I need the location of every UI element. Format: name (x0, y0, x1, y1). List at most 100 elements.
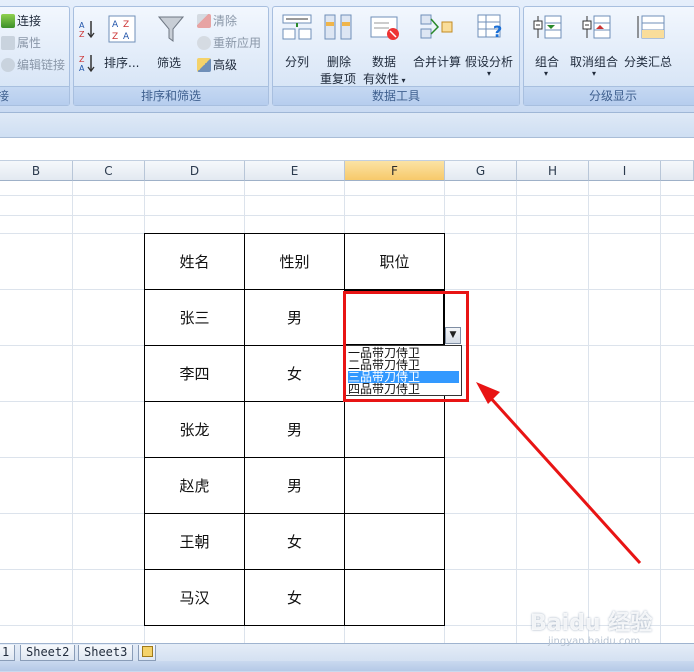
table-cell[interactable] (344, 513, 445, 570)
group-button[interactable]: 组合 ▾ (530, 11, 566, 87)
header-cell-gender[interactable]: 性别 (244, 233, 345, 290)
connections-group: 连接 属性 编辑链接 接 (0, 6, 70, 106)
sheet-tab-sheet3[interactable]: Sheet3 (78, 645, 134, 661)
sort-desc-icon: ZA (79, 55, 95, 73)
baidu-watermark: Baidu 经验 (530, 611, 653, 636)
properties-label: 属性 (17, 36, 42, 50)
consolidate-label: 合并计算 (413, 55, 462, 69)
table-cell[interactable]: 张龙 (144, 401, 245, 458)
what-if-icon: ? (477, 14, 502, 41)
advanced-button[interactable]: 高级 (197, 56, 237, 73)
outline-group-label: 分级显示 (524, 86, 694, 105)
data-tools-group: 分列 删除 重复项 数据 有效性 ▾ 合并计算 ? 假设分析 ▾ 数据工具 (272, 6, 520, 106)
advanced-label: 高级 (213, 58, 238, 72)
svg-text:Z: Z (79, 30, 85, 39)
connections-group-label: 接 (0, 86, 69, 105)
sort-asc-icon: AZ (79, 21, 95, 39)
filter-funnel-icon (158, 16, 184, 42)
svg-text:Z: Z (123, 20, 129, 30)
status-bar (0, 661, 694, 671)
sort-button[interactable]: AZ ZA 排序... (102, 13, 142, 73)
annotation-highlight-box (343, 291, 469, 402)
column-header-h[interactable]: H (517, 161, 589, 181)
link-icon (1, 58, 15, 72)
text-to-columns-label: 分列 (285, 55, 310, 69)
column-header-c[interactable]: C (73, 161, 145, 181)
reapply-button[interactable]: 重新应用 (197, 34, 261, 51)
subtotal-button[interactable]: 分类汇总 (624, 11, 676, 73)
sort-filter-group-label: 排序和筛选 (74, 86, 268, 105)
svg-text:?: ? (493, 22, 502, 41)
svg-text:Z: Z (112, 32, 118, 42)
formula-bar-strip (0, 113, 694, 138)
column-header-j[interactable] (661, 161, 694, 181)
remove-duplicates-button[interactable]: 删除 重复项 (319, 11, 361, 87)
properties-icon (1, 36, 15, 50)
properties-button[interactable]: 属性 (1, 34, 41, 51)
table-cell[interactable] (344, 457, 445, 514)
edit-links-button[interactable]: 编辑链接 (1, 56, 65, 73)
svg-text:A: A (112, 20, 119, 30)
svg-text:Z: Z (79, 55, 85, 64)
what-if-analysis-button[interactable]: ? 假设分析 ▾ (465, 11, 519, 87)
reapply-label: 重新应用 (213, 36, 262, 50)
table-cell[interactable]: 男 (244, 457, 345, 514)
filter-label: 筛选 (157, 56, 182, 70)
outline-group: 组合 ▾ 取消组合 ▾ 分类汇总 分级显示 (523, 6, 694, 106)
sort-descending-button[interactable]: ZA (78, 53, 96, 73)
sort-ascending-button[interactable]: AZ (78, 19, 96, 39)
subtotal-label: 分类汇总 (624, 55, 673, 69)
table-cell[interactable]: 王朝 (144, 513, 245, 570)
svg-text:A: A (123, 32, 130, 42)
table-cell[interactable] (344, 401, 445, 458)
table-cell[interactable]: 赵虎 (144, 457, 245, 514)
column-header-f[interactable]: F (345, 161, 445, 181)
column-header-d[interactable]: D (145, 161, 245, 181)
column-header-b[interactable]: B (0, 161, 73, 181)
clear-filter-icon (197, 14, 211, 28)
data-validation-icon (370, 16, 399, 40)
baidu-watermark-url: jingyan.baidu.com (548, 636, 641, 647)
clear-button[interactable]: 清除 (197, 12, 237, 29)
insert-sheet-button[interactable] (138, 645, 156, 661)
ungroup-button[interactable]: 取消组合 ▾ (570, 11, 622, 87)
svg-text:A: A (79, 21, 85, 30)
consolidate-icon (420, 14, 453, 39)
what-if-label: 假设分析 (465, 55, 514, 69)
table-cell[interactable]: 男 (244, 289, 345, 346)
formula-input[interactable] (0, 138, 694, 161)
chevron-down-icon: ▾ (487, 69, 492, 78)
table-cell[interactable]: 女 (244, 569, 345, 626)
table-cell[interactable]: 女 (244, 513, 345, 570)
connect-label: 连接 (17, 14, 42, 28)
header-cell-name[interactable]: 姓名 (144, 233, 245, 290)
chevron-down-icon: ▾ (544, 69, 549, 78)
table-cell[interactable]: 马汉 (144, 569, 245, 626)
subtotal-icon (637, 15, 665, 39)
consolidate-button[interactable]: 合并计算 (411, 11, 463, 73)
sheet-tab-1[interactable]: 1 (0, 645, 16, 661)
chevron-down-icon: ▾ (592, 69, 597, 78)
sheet-tab-sheet2[interactable]: Sheet2 (20, 645, 76, 661)
clear-label: 清除 (213, 14, 238, 28)
connect-button[interactable]: 连接 (1, 12, 41, 29)
filter-button[interactable]: 筛选 (154, 13, 188, 73)
header-cell-position[interactable]: 职位 (344, 233, 445, 290)
column-header-e[interactable]: E (245, 161, 345, 181)
table-cell[interactable]: 女 (244, 345, 345, 402)
column-header-i[interactable]: I (589, 161, 661, 181)
edit-links-label: 编辑链接 (17, 58, 66, 72)
table-cell[interactable]: 李四 (144, 345, 245, 402)
ungroup-icon (582, 15, 611, 39)
group-label: 组合 (535, 55, 560, 69)
data-validation-button[interactable]: 数据 有效性 ▾ (363, 11, 407, 87)
table-cell[interactable]: 男 (244, 401, 345, 458)
chevron-down-icon: ▾ (399, 76, 406, 85)
data-validation-label-1: 数据 (372, 55, 397, 69)
table-cell[interactable]: 张三 (144, 289, 245, 346)
text-to-columns-button[interactable]: 分列 (279, 11, 315, 73)
table-cell[interactable] (344, 569, 445, 626)
remove-duplicates-label-2: 重复项 (320, 72, 357, 86)
column-header-g[interactable]: G (445, 161, 517, 181)
sort-dialog-icon: AZ ZA (108, 15, 136, 43)
